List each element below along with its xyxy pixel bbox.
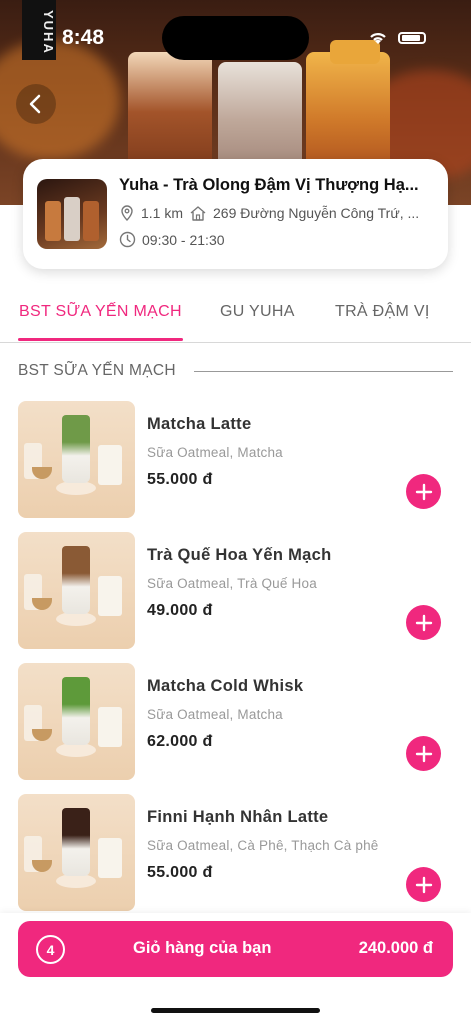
store-address: 269 Đường Nguyễn Công Trứ, ... [213,205,420,221]
home-icon [190,206,206,221]
product-description: Sữa Oatmeal, Matcha [147,445,283,460]
plus-icon [415,483,432,500]
section-divider [194,371,453,372]
clock-icon [119,231,136,248]
product-item[interactable]: Finni Hạnh Nhân Latte Sữa Oatmeal, Cà Ph… [0,794,471,914]
product-price: 62.000 đ [147,733,213,750]
location-pin-icon [121,205,133,221]
product-name: Finni Hạnh Nhân Latte [147,808,329,826]
product-description: Sữa Oatmeal, Trà Quế Hoa [147,576,317,591]
brand-logo: YUHA [22,0,56,60]
plus-icon [415,745,432,762]
add-to-cart-button[interactable] [406,474,441,509]
product-description: Sữa Oatmeal, Cà Phê, Thạch Cà phê [147,838,379,853]
section-title: BST SỮA YẾN MẠCH [18,362,176,379]
store-info-card[interactable]: Yuha - Trà Olong Đậm Vị Thượng Hạ... 1.1… [23,159,448,269]
product-image [18,532,135,649]
add-to-cart-button[interactable] [406,605,441,640]
product-name: Matcha Latte [147,415,252,433]
tab-tra-dam-vi[interactable]: TRÀ ĐẬM VỊ [335,303,430,321]
status-time: 8:48 [62,26,105,49]
product-price: 55.000 đ [147,471,213,488]
wifi-icon [370,33,386,44]
cart-label: Giỏ hàng của bạn [133,939,272,957]
product-name: Trà Quế Hoa Yến Mạch [147,546,332,564]
product-item[interactable]: Matcha Latte Sữa Oatmeal, Matcha 55.000 … [0,401,471,521]
back-arrow-icon [29,94,41,114]
battery-icon [398,32,426,44]
add-to-cart-button[interactable] [406,736,441,771]
plus-icon [415,614,432,631]
store-distance: 1.1 km [141,205,184,221]
category-tabs: BST SỮA YẾN MẠCH GU YUHA TRÀ ĐẬM VỊ [0,295,471,343]
store-hours-row: 09:30 - 21:30 [119,231,437,248]
cart-total: 240.000 đ [358,939,433,957]
store-hours: 09:30 - 21:30 [142,231,225,248]
home-indicator[interactable] [151,1008,320,1013]
store-location-row: 1.1 km 269 Đường Nguyễn Công Trứ, ... [119,205,437,221]
cart-count-badge: 4 [36,935,65,964]
product-name: Matcha Cold Whisk [147,677,304,695]
product-price: 49.000 đ [147,602,213,619]
tab-gu-yuha[interactable]: GU YUHA [220,303,295,321]
product-image [18,663,135,780]
product-image [18,794,135,911]
tab-bst-sua-yen-mach[interactable]: BST SỮA YẾN MẠCH [19,303,182,321]
view-cart-button[interactable]: 4 Giỏ hàng của bạn 240.000 đ [18,921,453,977]
back-button[interactable] [16,84,56,124]
product-price: 55.000 đ [147,864,213,881]
store-name: Yuha - Trà Olong Đậm Vị Thượng Hạ... [119,176,419,194]
status-bar: YUHA 8:48 [0,0,471,60]
active-tab-indicator [18,338,183,341]
product-description: Sữa Oatmeal, Matcha [147,707,283,722]
add-to-cart-button[interactable] [406,867,441,902]
store-thumbnail [37,179,107,249]
product-item[interactable]: Matcha Cold Whisk Sữa Oatmeal, Matcha 62… [0,663,471,783]
product-item[interactable]: Trà Quế Hoa Yến Mạch Sữa Oatmeal, Trà Qu… [0,532,471,652]
product-image [18,401,135,518]
dynamic-island [162,16,309,60]
plus-icon [415,876,432,893]
